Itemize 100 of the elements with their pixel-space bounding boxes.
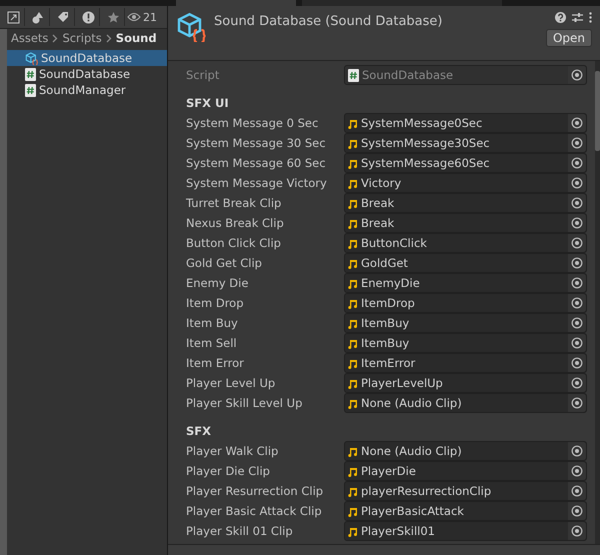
music-note-icon [348, 358, 358, 368]
audio-clip-field[interactable]: None (Audio Clip) [344, 393, 587, 413]
object-picker-icon[interactable] [571, 117, 583, 129]
scrollbar[interactable] [0, 29, 7, 555]
field-value: ItemBuy [361, 316, 410, 330]
audio-clip-field[interactable]: Break [344, 193, 587, 213]
audio-clip-field[interactable]: GoldGet [344, 253, 587, 273]
field-value: ItemBuy [361, 336, 410, 350]
inspector-title: Sound Database (Sound Database) [214, 14, 442, 31]
object-picker-icon[interactable] [571, 397, 583, 409]
music-note-icon [348, 118, 358, 128]
music-note-icon [348, 218, 358, 228]
asset-item[interactable]: SoundManager [7, 82, 167, 98]
music-note-icon [348, 158, 358, 168]
object-picker-icon[interactable] [571, 197, 583, 209]
scrollbar-thumb[interactable] [595, 71, 600, 151]
music-note-icon [348, 338, 358, 348]
open-button[interactable]: Open [546, 29, 592, 47]
window-icon[interactable] [6, 10, 20, 24]
field-value: None (Audio Clip) [361, 444, 462, 458]
field-value: PlayerSkill01 [361, 524, 435, 538]
field-label: System Message 60 Sec [186, 156, 327, 170]
field-label: Player Skill Level Up [186, 396, 304, 410]
object-picker-icon[interactable] [571, 277, 583, 289]
audio-clip-field[interactable]: EnemyDie [344, 273, 587, 293]
warning-icon[interactable] [82, 10, 94, 24]
field-label: Player Walk Clip [186, 444, 280, 458]
audio-clip-field[interactable]: ItemBuy [344, 313, 587, 333]
object-picker-icon[interactable] [571, 445, 583, 457]
audio-clip-field[interactable]: ItemBuy [344, 333, 587, 353]
music-note-icon [348, 238, 358, 248]
field-label: Player Skill 01 Clip [186, 524, 294, 538]
audio-clip-field[interactable]: SystemMessage0Sec [344, 113, 587, 133]
asset-item[interactable]: SoundDatabase [7, 50, 167, 66]
field-value: SystemMessage60Sec [361, 156, 490, 170]
field-value: ItemError [361, 356, 416, 370]
object-picker-icon[interactable] [571, 465, 583, 477]
object-picker-icon[interactable] [571, 377, 583, 389]
object-picker-icon[interactable] [571, 297, 583, 309]
audio-clip-field[interactable]: playerResurrectionClip [344, 481, 587, 501]
object-picker-icon[interactable] [571, 137, 583, 149]
script-file-icon [348, 68, 359, 82]
field-label: Player Die Clip [186, 464, 271, 478]
audio-clip-field[interactable]: ItemDrop [344, 293, 587, 313]
script-field[interactable]: SoundDatabase [344, 65, 587, 85]
audio-clip-field[interactable]: PlayerDie [344, 461, 587, 481]
field-label: System Message 30 Sec [186, 136, 327, 150]
star-icon[interactable] [106, 10, 120, 24]
sliders-icon[interactable] [572, 12, 583, 23]
field-value: playerResurrectionClip [361, 484, 492, 498]
tag-icon[interactable] [56, 10, 70, 24]
field-value: SystemMessage30Sec [361, 136, 490, 150]
audio-clip-field[interactable]: PlayerBasicAttack [344, 501, 587, 521]
help-icon[interactable] [555, 12, 566, 23]
audio-clip-field[interactable]: PlayerSkill01 [344, 521, 587, 541]
object-picker-icon[interactable] [571, 217, 583, 229]
object-picker-icon[interactable] [571, 357, 583, 369]
music-note-icon [348, 466, 358, 476]
field-value: SystemMessage0Sec [361, 116, 482, 130]
audio-clip-field[interactable]: Break [344, 213, 587, 233]
section-header: SFX [186, 423, 212, 440]
field-label: System Message Victory [186, 176, 328, 190]
object-picker-icon[interactable] [571, 257, 583, 269]
object-picker-icon[interactable] [571, 69, 583, 81]
music-note-icon [348, 298, 358, 308]
object-picker-icon[interactable] [571, 485, 583, 497]
breadcrumb-item[interactable]: Sound [116, 31, 157, 45]
more-icon[interactable] [589, 12, 592, 23]
eye-icon[interactable] [127, 12, 141, 22]
audio-clip-field[interactable]: SystemMessage60Sec [344, 153, 587, 173]
music-note-icon [348, 486, 358, 496]
audio-clip-field[interactable]: None (Audio Clip) [344, 441, 587, 461]
object-picker-icon[interactable] [571, 177, 583, 189]
field-label: Item Buy [186, 316, 239, 330]
music-note-icon [348, 446, 358, 456]
asset-name: SoundDatabase [39, 67, 130, 81]
field-label: System Message 0 Sec [186, 116, 320, 130]
music-note-icon [348, 178, 358, 188]
audio-clip-field[interactable]: ButtonClick [344, 233, 587, 253]
breadcrumb-item[interactable]: Scripts [62, 31, 102, 45]
object-picker-icon[interactable] [571, 157, 583, 169]
object-picker-icon[interactable] [571, 317, 583, 329]
audio-clip-field[interactable]: PlayerLevelUp [344, 373, 587, 393]
field-label: Item Drop [186, 296, 244, 310]
field-label: Button Click Clip [186, 236, 282, 250]
asset-item[interactable]: SoundDatabase [7, 66, 167, 82]
music-note-icon [348, 506, 358, 516]
object-picker-icon[interactable] [571, 525, 583, 537]
object-picker-icon[interactable] [571, 505, 583, 517]
field-value: EnemyDie [361, 276, 420, 290]
music-note-icon [348, 198, 358, 208]
audio-clip-field[interactable]: ItemError [344, 353, 587, 373]
audio-clip-field[interactable]: SystemMessage30Sec [344, 133, 587, 153]
breadcrumb-item[interactable]: Assets [11, 31, 48, 45]
field-label: Item Sell [186, 336, 238, 350]
audio-clip-field[interactable]: Victory [344, 173, 587, 193]
object-picker-icon[interactable] [571, 237, 583, 249]
field-label: Player Basic Attack Clip [186, 504, 323, 518]
shapes-icon[interactable] [32, 10, 44, 24]
object-picker-icon[interactable] [571, 337, 583, 349]
